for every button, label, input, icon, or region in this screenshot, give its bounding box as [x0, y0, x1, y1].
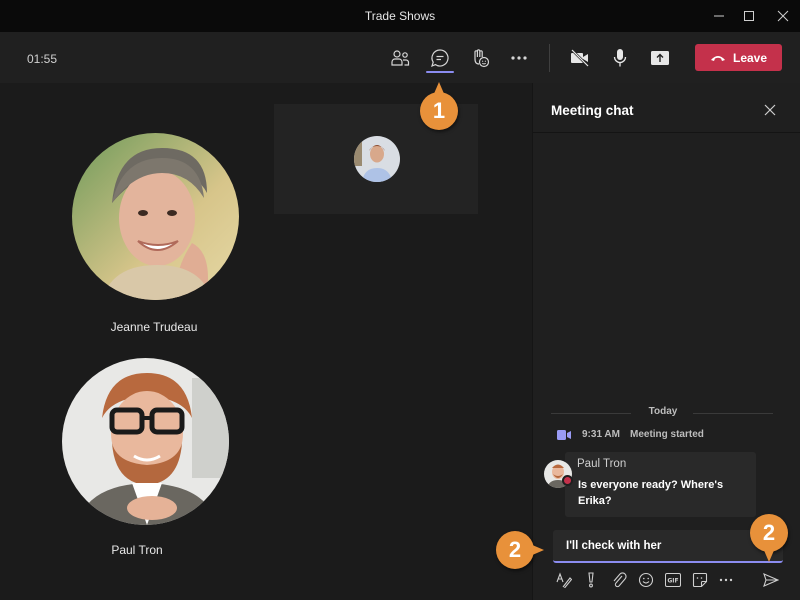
reactions-button[interactable] [465, 44, 495, 72]
compose-box[interactable] [553, 530, 783, 563]
leave-button[interactable]: Leave [695, 44, 782, 71]
chat-icon [431, 49, 449, 68]
important-button[interactable] [580, 569, 602, 591]
more-options-button[interactable] [715, 569, 737, 591]
date-divider-line [551, 413, 631, 414]
callout-badge: 2 [496, 531, 544, 569]
message-text: Is everyone ready? Where's Erika? [578, 479, 724, 507]
mic-toggle-button[interactable] [605, 44, 635, 72]
more-icon [719, 578, 733, 582]
gif-icon: GIF [665, 573, 681, 587]
more-icon [511, 56, 527, 60]
close-window-button[interactable] [766, 0, 800, 32]
emoji-icon [638, 572, 654, 588]
more-actions-button[interactable] [504, 44, 534, 72]
important-icon [588, 572, 594, 588]
format-button[interactable] [553, 569, 575, 591]
date-divider-label: Today [648, 406, 678, 417]
compose-toolbar: GIF [553, 567, 793, 593]
people-icon [391, 50, 410, 66]
participants-button[interactable] [385, 44, 415, 72]
send-button[interactable] [760, 569, 782, 591]
date-divider-line [693, 413, 773, 414]
hang-up-icon [710, 55, 725, 61]
raise-hand-icon [474, 49, 490, 68]
share-screen-icon [651, 51, 669, 65]
camera-toggle-button[interactable] [565, 44, 595, 72]
svg-text:GIF: GIF [667, 578, 678, 585]
participant-name: Paul Tron [111, 543, 163, 557]
message-sender: Paul Tron [577, 458, 627, 470]
chat-button[interactable] [425, 44, 455, 72]
emoji-button[interactable] [635, 569, 657, 591]
presence-status-icon [562, 475, 573, 486]
callout-badge: 2 [750, 514, 788, 562]
leave-label: Leave [732, 50, 768, 65]
callout-badge: 1 [420, 82, 458, 130]
message-input[interactable] [553, 530, 783, 561]
participant-avatar-jeanne [72, 133, 239, 300]
share-screen-button[interactable] [645, 44, 675, 72]
minimize-icon [714, 15, 724, 17]
gif-button[interactable]: GIF [662, 569, 684, 591]
participant-avatar-small [354, 136, 400, 182]
system-event-time: 9:31 AM [582, 429, 620, 440]
window-title: Trade Shows [364, 9, 436, 23]
sticker-button[interactable] [689, 569, 711, 591]
video-icon [557, 429, 571, 440]
chat-header: Meeting chat [533, 83, 800, 133]
close-icon [777, 10, 789, 22]
toolbar-divider [549, 44, 550, 72]
maximize-icon [744, 11, 754, 21]
minimize-button[interactable] [702, 0, 736, 32]
send-icon [763, 573, 779, 587]
attach-icon [613, 572, 627, 588]
mic-icon [613, 49, 627, 67]
chat-title: Meeting chat [551, 103, 634, 118]
active-tab-indicator [426, 71, 454, 73]
title-bar: Trade Shows [0, 0, 800, 32]
participant-avatar-paul [62, 358, 229, 525]
camera-off-icon [571, 49, 589, 67]
maximize-button[interactable] [732, 0, 766, 32]
close-chat-button[interactable] [761, 101, 779, 119]
format-icon [556, 572, 572, 588]
close-icon [764, 104, 776, 116]
system-event: 9:31 AM Meeting started [557, 429, 704, 440]
meeting-timer: 01:55 [27, 52, 58, 66]
participant-name: Jeanne Trudeau [110, 320, 198, 334]
system-event-text: Meeting started [629, 429, 704, 440]
attach-button[interactable] [608, 569, 630, 591]
chat-message[interactable]: Paul Tron Is everyone ready? Where's Eri… [565, 452, 756, 517]
sticker-icon [692, 572, 708, 588]
